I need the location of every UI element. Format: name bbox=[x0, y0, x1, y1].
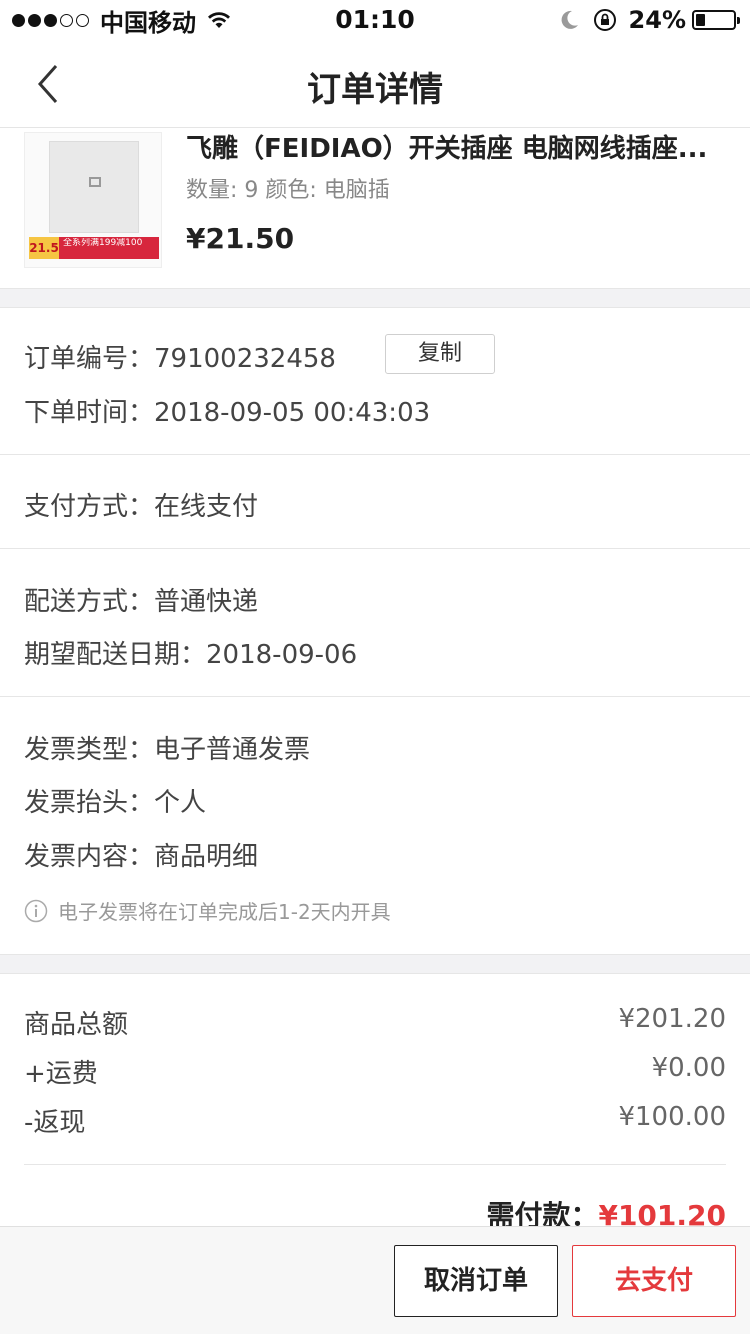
goods-total-value: ¥201.20 bbox=[618, 1004, 726, 1034]
order-time-row: 下单时间：2018-09-05 00:43:03 bbox=[24, 392, 430, 429]
battery-fill bbox=[696, 14, 705, 26]
invoice-type-row: 发票类型：电子普通发票 bbox=[24, 729, 310, 766]
cashback-label: -返现 bbox=[24, 1108, 86, 1138]
orientation-lock-icon bbox=[593, 9, 616, 31]
invoice-content-row: 发票内容：商品明细 bbox=[24, 836, 258, 873]
order-number: 79100232458 bbox=[154, 344, 336, 374]
status-bar: 中国移动 01:10 24% bbox=[0, 0, 750, 40]
invoice-type: 电子普通发票 bbox=[154, 735, 311, 765]
product-price: ¥21.50 bbox=[186, 222, 295, 255]
invoice-title: 个人 bbox=[154, 788, 207, 818]
product-title: 飞雕（FEIDIAO）开关插座 电脑网线插座... bbox=[186, 134, 708, 164]
info-icon bbox=[24, 899, 48, 922]
promo-price: 21.5 bbox=[29, 237, 59, 259]
battery-percent: 24% bbox=[628, 6, 686, 34]
battery-icon bbox=[692, 10, 740, 30]
payment-method: 在线支付 bbox=[154, 492, 259, 522]
status-bar-right: 24% bbox=[557, 6, 740, 34]
cashback-value: ¥100.00 bbox=[618, 1102, 726, 1132]
socket-plate-image bbox=[49, 141, 139, 233]
goods-total-label: 商品总额 bbox=[24, 1010, 129, 1040]
invoice-type-label: 发票类型： bbox=[24, 735, 155, 765]
order-detail-page: 中国移动 01:10 24% 订单详情 21.5 全系列满199减100 飞雕（… bbox=[0, 0, 750, 1334]
section-gap bbox=[0, 954, 750, 974]
divider bbox=[0, 454, 750, 455]
invoice-title-row: 发票抬头：个人 bbox=[24, 782, 206, 819]
copy-button[interactable]: 复制 bbox=[385, 334, 495, 374]
invoice-notice-text: 电子发票将在订单完成后1-2天内开具 bbox=[58, 900, 391, 924]
delivery-date-label: 期望配送日期： bbox=[24, 640, 207, 670]
delivery-date: 2018-09-06 bbox=[206, 640, 358, 670]
invoice-notice: 电子发票将在订单完成后1-2天内开具 bbox=[24, 896, 391, 925]
payment-method-label: 支付方式： bbox=[24, 492, 155, 522]
bottom-action-bar: 取消订单 去支付 bbox=[0, 1226, 750, 1334]
divider bbox=[0, 548, 750, 549]
order-number-label: 订单编号： bbox=[24, 344, 155, 374]
shipping-label: +运费 bbox=[24, 1059, 98, 1089]
payment-method-row: 支付方式：在线支付 bbox=[24, 486, 258, 523]
divider bbox=[0, 696, 750, 697]
cancel-order-button[interactable]: 取消订单 bbox=[394, 1245, 558, 1317]
order-time-label: 下单时间： bbox=[24, 398, 155, 428]
shipping-value: ¥0.00 bbox=[651, 1053, 726, 1083]
divider bbox=[24, 1164, 726, 1165]
socket-port-image bbox=[89, 177, 101, 187]
order-time: 2018-09-05 00:43:03 bbox=[154, 398, 431, 428]
product-spec: 数量: 9 颜色: 电脑插 bbox=[186, 178, 390, 203]
pay-button[interactable]: 去支付 bbox=[572, 1245, 736, 1317]
delivery-method: 普通快递 bbox=[154, 587, 259, 617]
moon-icon bbox=[561, 10, 578, 29]
invoice-title-label: 发票抬头： bbox=[24, 788, 155, 818]
promo-text: 全系列满199减100 bbox=[63, 238, 143, 248]
order-number-row: 订单编号：79100232458 bbox=[24, 338, 336, 375]
section-gap bbox=[0, 288, 750, 308]
delivery-date-row: 期望配送日期：2018-09-06 bbox=[24, 634, 357, 671]
nav-bar: 订单详情 bbox=[0, 40, 750, 128]
delivery-method-label: 配送方式： bbox=[24, 587, 155, 617]
invoice-content-label: 发票内容： bbox=[24, 842, 155, 872]
delivery-method-row: 配送方式：普通快递 bbox=[24, 581, 258, 618]
product-item[interactable]: 21.5 全系列满199减100 飞雕（FEIDIAO）开关插座 电脑网线插座.… bbox=[0, 128, 750, 288]
page-title: 订单详情 bbox=[307, 70, 443, 110]
product-thumbnail[interactable]: 21.5 全系列满199减100 bbox=[24, 132, 162, 268]
invoice-content: 商品明细 bbox=[154, 842, 259, 872]
